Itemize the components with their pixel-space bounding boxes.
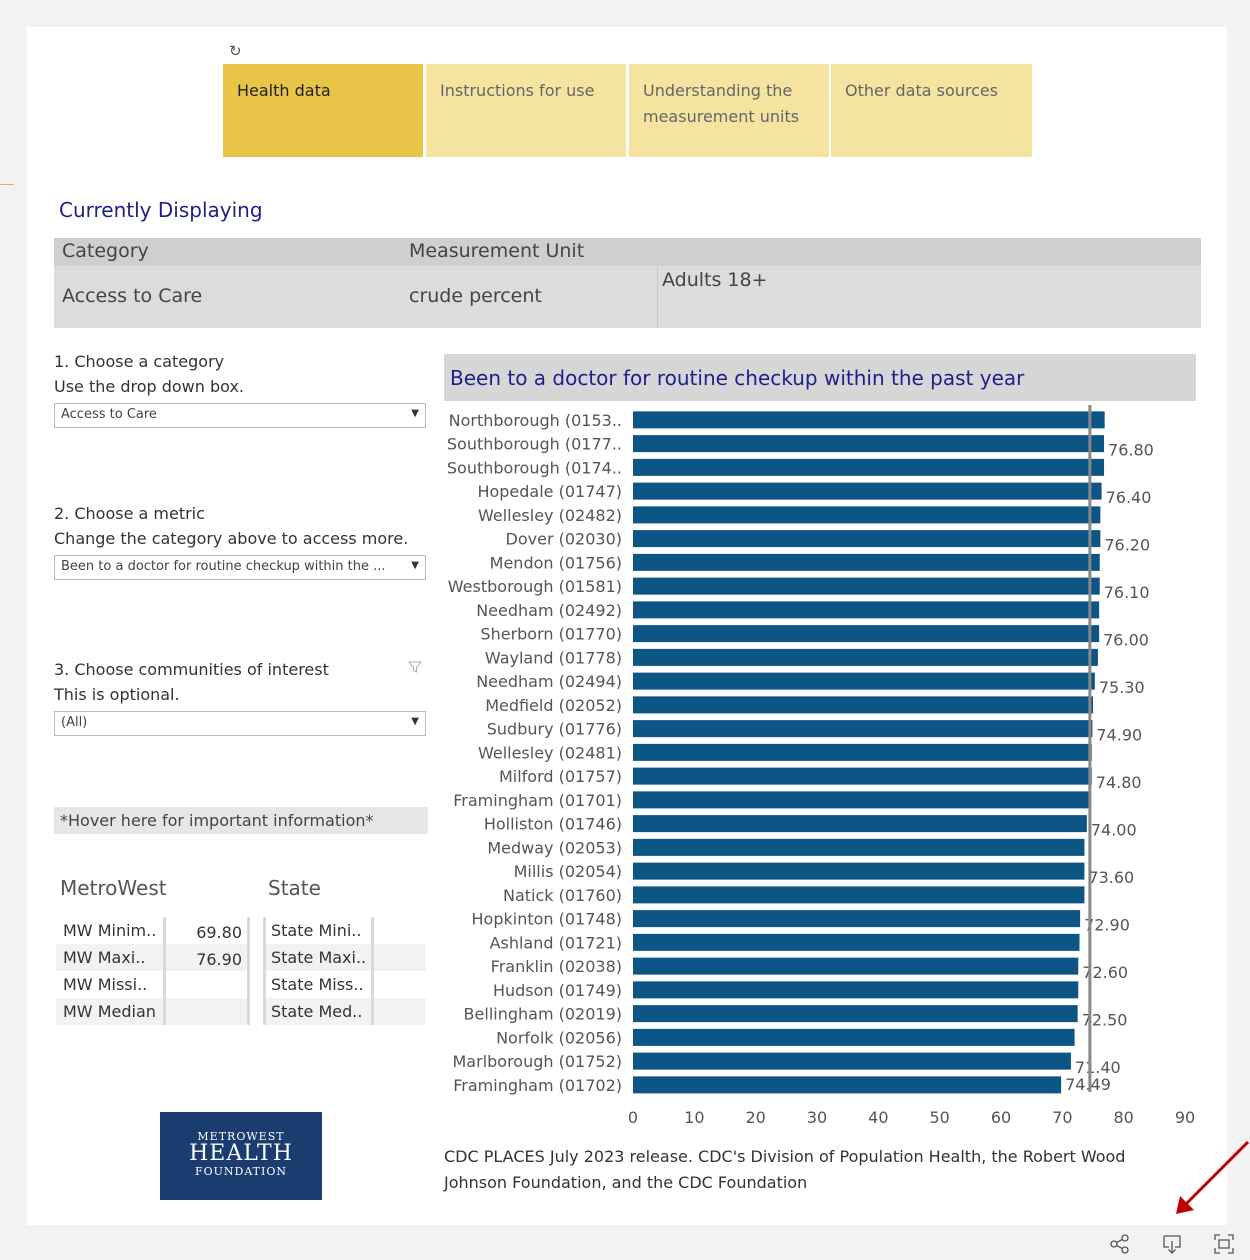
bar-category-label: Hudson (01749)	[493, 981, 622, 1000]
bar[interactable]	[633, 767, 1092, 785]
bar-category-label: Westborough (01581)	[448, 577, 622, 596]
x-tick-label: 90	[1175, 1108, 1195, 1127]
bar-category-label: Norfolk (02056)	[496, 1028, 622, 1047]
bar[interactable]	[633, 1005, 1078, 1023]
bar[interactable]	[633, 886, 1085, 904]
bar-category-label: Southborough (0177..	[447, 435, 622, 454]
bar[interactable]	[633, 553, 1100, 571]
bar[interactable]	[633, 435, 1105, 453]
bar-data-label: 76.10	[1104, 583, 1150, 602]
fullscreen-icon[interactable]	[1212, 1232, 1236, 1256]
x-tick-label: 20	[745, 1108, 765, 1127]
bar-data-label: 74.00	[1091, 821, 1137, 840]
bar[interactable]	[633, 862, 1085, 880]
bar[interactable]	[633, 981, 1079, 999]
bar[interactable]	[633, 933, 1080, 951]
metrowest-logo: METROWEST HEALTH FOUNDATION	[160, 1112, 322, 1200]
bar-category-label: Wayland (01778)	[485, 648, 622, 667]
bar-data-label: 76.20	[1104, 536, 1150, 555]
logo-line2: HEALTH	[189, 1141, 293, 1166]
bar[interactable]	[633, 672, 1095, 690]
red-arrow-annotation	[1176, 1140, 1250, 1214]
bar[interactable]	[633, 1052, 1071, 1070]
bar[interactable]	[633, 1028, 1075, 1046]
bar[interactable]	[633, 1076, 1062, 1094]
bar-category-label: Bellingham (02019)	[464, 1005, 622, 1024]
bar-data-label: 73.60	[1088, 868, 1134, 887]
x-tick-label: 50	[929, 1108, 949, 1127]
bar[interactable]	[633, 625, 1100, 643]
bar-category-label: Hopkinton (01748)	[472, 910, 623, 929]
bar-category-label: Northborough (0153..	[449, 411, 622, 430]
bar[interactable]	[633, 957, 1079, 975]
bar-chart[interactable]: Northborough (0153.. Southborough (0177..…	[0, 0, 1250, 1140]
bar[interactable]	[633, 791, 1090, 809]
bar-data-label: 76.00	[1103, 631, 1149, 650]
bar-category-label: Holliston (01746)	[484, 815, 622, 834]
bar-category-label: Medfield (02052)	[485, 696, 622, 715]
x-tick-label: 70	[1052, 1108, 1072, 1127]
bar-data-label: 76.40	[1106, 488, 1152, 507]
bar-category-label: Framingham (01701)	[453, 791, 622, 810]
bar-data-label: 74.80	[1096, 773, 1142, 792]
download-icon[interactable]	[1160, 1232, 1184, 1256]
bar[interactable]	[633, 720, 1093, 738]
bar-data-label: 74.90	[1096, 726, 1142, 745]
bar[interactable]	[633, 696, 1093, 714]
bar[interactable]	[633, 838, 1085, 856]
bar-category-label: Marlborough (01752)	[453, 1052, 623, 1071]
bar[interactable]	[633, 577, 1100, 595]
bar[interactable]	[633, 458, 1105, 476]
bar[interactable]	[633, 743, 1092, 761]
bar-category-label: Dover (02030)	[506, 530, 622, 549]
bar[interactable]	[633, 648, 1098, 666]
bar-data-label: 76.80	[1108, 441, 1154, 460]
bar-category-label: Millis (02054)	[514, 862, 622, 881]
bar-category-label: Natick (01760)	[503, 886, 622, 905]
bar-data-label: 74.49	[1065, 1075, 1111, 1094]
bar-category-label: Franklin (02038)	[491, 957, 622, 976]
bar-category-label: Needham (02492)	[476, 601, 622, 620]
x-tick-label: 30	[807, 1108, 827, 1127]
bar[interactable]	[633, 910, 1081, 928]
bar-category-label: Needham (02494)	[476, 672, 622, 691]
bar[interactable]	[633, 815, 1087, 833]
x-tick-label: 10	[684, 1108, 704, 1127]
bar-category-label: Mendon (01756)	[490, 553, 622, 572]
bar-category-label: Hopedale (01747)	[477, 482, 622, 501]
source-text: CDC PLACES July 2023 release. CDC's Divi…	[444, 1147, 1126, 1192]
x-tick-label: 40	[868, 1108, 888, 1127]
bar-category-label: Ashland (01721)	[490, 933, 622, 952]
bar[interactable]	[633, 530, 1101, 548]
bar-category-label: Sherborn (01770)	[480, 625, 622, 644]
bar-category-label: Sudbury (01776)	[487, 720, 622, 739]
bar[interactable]	[633, 411, 1105, 429]
bar-category-label: Wellesley (02481)	[478, 743, 622, 762]
bar-category-label: Milford (01757)	[499, 767, 622, 786]
x-tick-label: 60	[991, 1108, 1011, 1127]
share-icon[interactable]	[1108, 1232, 1132, 1256]
bar[interactable]	[633, 482, 1102, 500]
x-tick-label: 0	[628, 1108, 638, 1127]
bar-category-label: Southborough (0174..	[447, 458, 622, 477]
bar[interactable]	[633, 506, 1101, 524]
logo-line3: FOUNDATION	[194, 1165, 288, 1178]
bar-data-label: 75.30	[1099, 678, 1145, 697]
bar[interactable]	[633, 601, 1100, 619]
x-tick-label: 80	[1113, 1108, 1133, 1127]
bar-category-label: Medway (02053)	[487, 838, 622, 857]
bar-category-label: Wellesley (02482)	[478, 506, 622, 525]
bar-category-label: Framingham (01702)	[453, 1076, 622, 1095]
